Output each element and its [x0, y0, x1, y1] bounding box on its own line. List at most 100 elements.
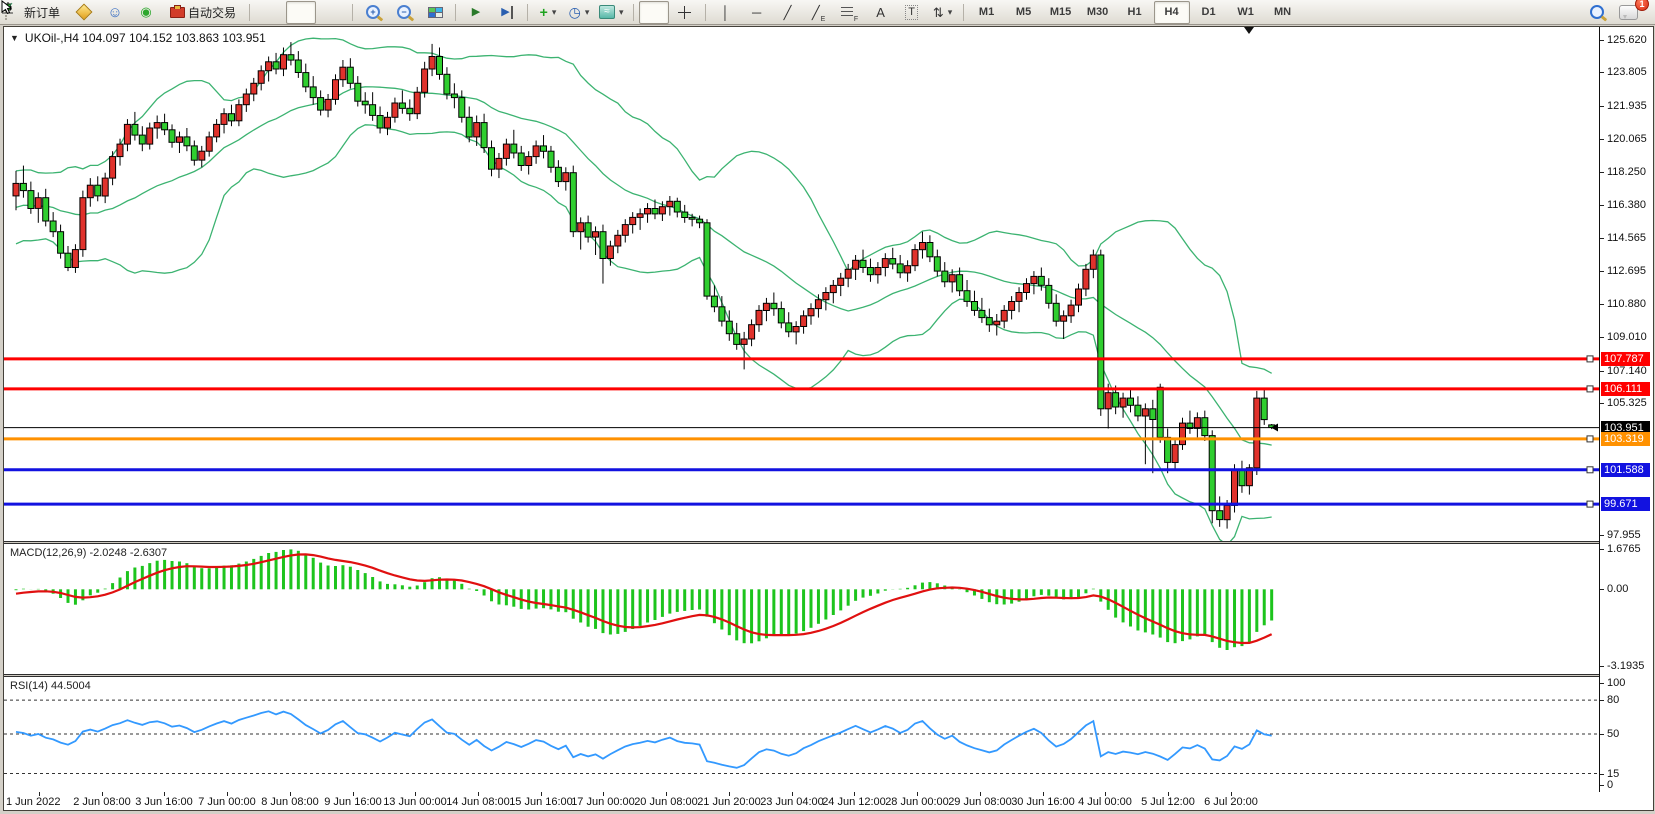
candle-body — [132, 124, 138, 135]
candle-body — [1150, 409, 1156, 420]
search-button[interactable] — [1582, 1, 1612, 24]
chart-shift-marker[interactable] — [1244, 27, 1254, 34]
tf-button-m15[interactable]: M15 — [1043, 1, 1079, 24]
fibonacci-button[interactable]: F — [835, 1, 865, 24]
trend-line-button[interactable]: ╱ — [773, 1, 803, 24]
auto-scroll-button[interactable]: ▶ — [461, 1, 491, 24]
tf-button-m1[interactable]: M1 — [969, 1, 1005, 24]
candle-body — [778, 309, 784, 323]
axis-tick-mark — [1600, 271, 1604, 272]
rsi-axis-tick: 50 — [1607, 728, 1619, 740]
price-axis-tick: 114.565 — [1607, 232, 1646, 244]
candle-body — [719, 307, 725, 321]
candle-body — [897, 264, 903, 273]
candle-body — [1061, 316, 1067, 321]
chart-shift-button[interactable]: ▶ — [492, 1, 522, 24]
zoom-in-button[interactable]: + — [358, 1, 388, 24]
candle-body — [570, 173, 576, 232]
main-chart-pane[interactable]: ▼ UKOil-,H4 104.097 104.152 103.863 103.… — [4, 27, 1599, 541]
rsi-canvas[interactable] — [4, 677, 1599, 791]
new-order-label: 新订单 — [24, 4, 60, 21]
clock-icon: ◷ — [569, 4, 581, 21]
candle-body — [162, 123, 168, 130]
candle-body — [652, 209, 658, 214]
time-axis-label: 30 Jun 16:00 — [1011, 796, 1075, 808]
tf-button-m5[interactable]: M5 — [1006, 1, 1042, 24]
tile-windows-button[interactable] — [420, 1, 450, 24]
time-axis-label: 14 Jun 08:00 — [446, 796, 510, 808]
one-click-trading-arrow[interactable]: ▼ — [10, 33, 19, 43]
tf-button-mn[interactable]: MN — [1265, 1, 1301, 24]
macd-canvas[interactable] — [4, 544, 1599, 674]
candle-body — [1016, 293, 1022, 302]
crosshair-button[interactable] — [670, 1, 700, 24]
candle-body — [1194, 418, 1200, 429]
vertical-line-button[interactable]: │ — [711, 1, 741, 24]
time-axis-label: 7 Jun 00:00 — [198, 796, 256, 808]
price-axis[interactable]: 125.620123.805121.935120.065118.250116.3… — [1599, 27, 1653, 792]
line-chart-button[interactable] — [317, 1, 347, 24]
time-axis-label: 6 Jul 20:00 — [1204, 796, 1258, 808]
candle-body — [986, 318, 992, 325]
tf-button-w1[interactable]: W1 — [1228, 1, 1264, 24]
templates-button[interactable]: ≈▾ — [595, 1, 628, 24]
price-axis-tick: 118.250 — [1607, 166, 1646, 178]
text-label-button[interactable]: T — [897, 1, 927, 24]
candle-body — [489, 148, 495, 170]
add-indicator-button[interactable]: +▾ — [533, 1, 563, 24]
candle-body — [347, 67, 353, 83]
tf-button-h4[interactable]: H4 — [1154, 1, 1190, 24]
candle-body — [110, 157, 116, 179]
gem-button[interactable] — [69, 1, 99, 24]
notifications-button[interactable]: 1 — [1613, 1, 1643, 24]
time-axis-label: 29 Jun 08:00 — [948, 796, 1012, 808]
candle-body — [1209, 436, 1215, 511]
main-chart-canvas[interactable] — [4, 27, 1599, 541]
periods-button[interactable]: ◷▾ — [564, 1, 594, 24]
candle-body — [474, 123, 480, 137]
candle-body — [994, 321, 1000, 325]
candle-body — [310, 87, 316, 98]
signals-button[interactable]: ◉ — [131, 1, 161, 24]
candle-body — [578, 223, 584, 232]
rsi-pane[interactable]: RSI(14) 44.5004 — [4, 677, 1599, 791]
candle-body — [1038, 276, 1044, 285]
tf-button-d1[interactable]: D1 — [1191, 1, 1227, 24]
arrows-button[interactable]: ⇅▾ — [928, 1, 958, 24]
tf-button-h1[interactable]: H1 — [1117, 1, 1153, 24]
horizontal-line-button[interactable]: ─ — [742, 1, 772, 24]
new-order-button[interactable]: 新订单 — [16, 1, 68, 24]
candle-body — [645, 209, 651, 214]
expert-advisors-button[interactable]: ☺ — [100, 1, 130, 24]
candle-body — [541, 146, 547, 151]
candle-body — [1180, 423, 1186, 445]
candle-body — [682, 212, 688, 217]
zoom-out-icon: − — [397, 5, 411, 19]
candle-body — [288, 55, 294, 60]
bar-chart-button[interactable] — [255, 1, 285, 24]
cursor-button[interactable] — [639, 1, 669, 24]
auto-trading-button[interactable]: 自动交易 — [162, 1, 244, 24]
candle-body — [1172, 445, 1178, 463]
macd-pane[interactable]: MACD(12,26,9) -2.0248 -2.6307 — [4, 544, 1599, 674]
zoom-out-button[interactable]: − — [389, 1, 419, 24]
candle-body — [1120, 398, 1126, 407]
candle-body — [221, 114, 227, 125]
candle-body — [80, 198, 86, 250]
toolbar-separator — [352, 4, 353, 21]
candle-body — [1232, 470, 1238, 506]
time-axis[interactable]: 1 Jun 20222 Jun 08:003 Jun 16:007 Jun 00… — [4, 792, 1599, 810]
candle-body — [853, 260, 859, 269]
candle-body — [362, 101, 368, 105]
candlestick-chart-button[interactable] — [286, 1, 316, 24]
time-axis-label: 20 Jun 08:00 — [634, 796, 698, 808]
candle-body — [43, 198, 49, 221]
text-button[interactable]: A — [866, 1, 896, 24]
candle-body — [830, 285, 836, 292]
candle-body — [957, 275, 963, 291]
candle-body — [191, 146, 197, 160]
tf-button-m30[interactable]: M30 — [1080, 1, 1116, 24]
hline-price-badge: 107.787 — [1601, 352, 1650, 366]
channel-button[interactable]: ╱E — [804, 1, 834, 24]
candle-body — [964, 291, 970, 302]
